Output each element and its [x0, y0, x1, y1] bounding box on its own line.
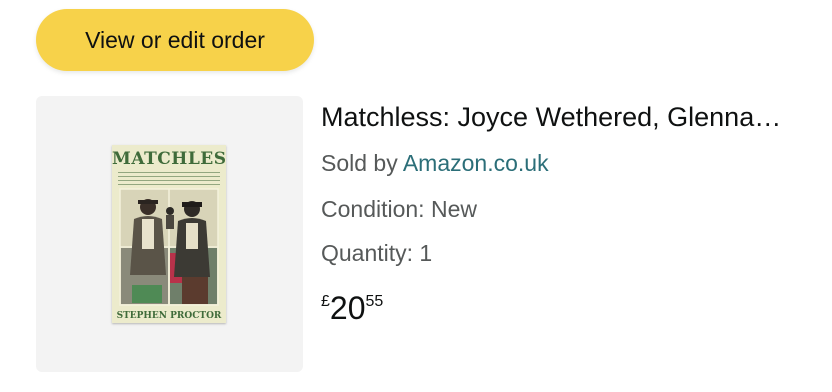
- sold-by-line: Sold by Amazon.co.uk: [321, 150, 549, 177]
- price-whole: 20: [329, 290, 366, 326]
- price-currency-symbol: £: [321, 293, 330, 310]
- seller-link[interactable]: Amazon.co.uk: [403, 150, 549, 176]
- view-or-edit-order-button[interactable]: View or edit order: [36, 9, 314, 71]
- cover-photo-illustration: [119, 188, 219, 306]
- sold-by-label: Sold by: [321, 150, 403, 176]
- condition-text: Condition: New: [321, 196, 477, 222]
- quantity-text: Quantity: 1: [321, 240, 433, 266]
- price-fraction: 55: [365, 293, 384, 310]
- product-title-link[interactable]: Matchless: Joyce Wethered, Glenna…: [321, 102, 781, 133]
- product-cover-image[interactable]: MATCHLESS STEPHEN PROCTOR: [112, 145, 226, 323]
- price: £2055: [321, 290, 383, 327]
- cover-author: STEPHEN PROCTOR: [116, 311, 222, 321]
